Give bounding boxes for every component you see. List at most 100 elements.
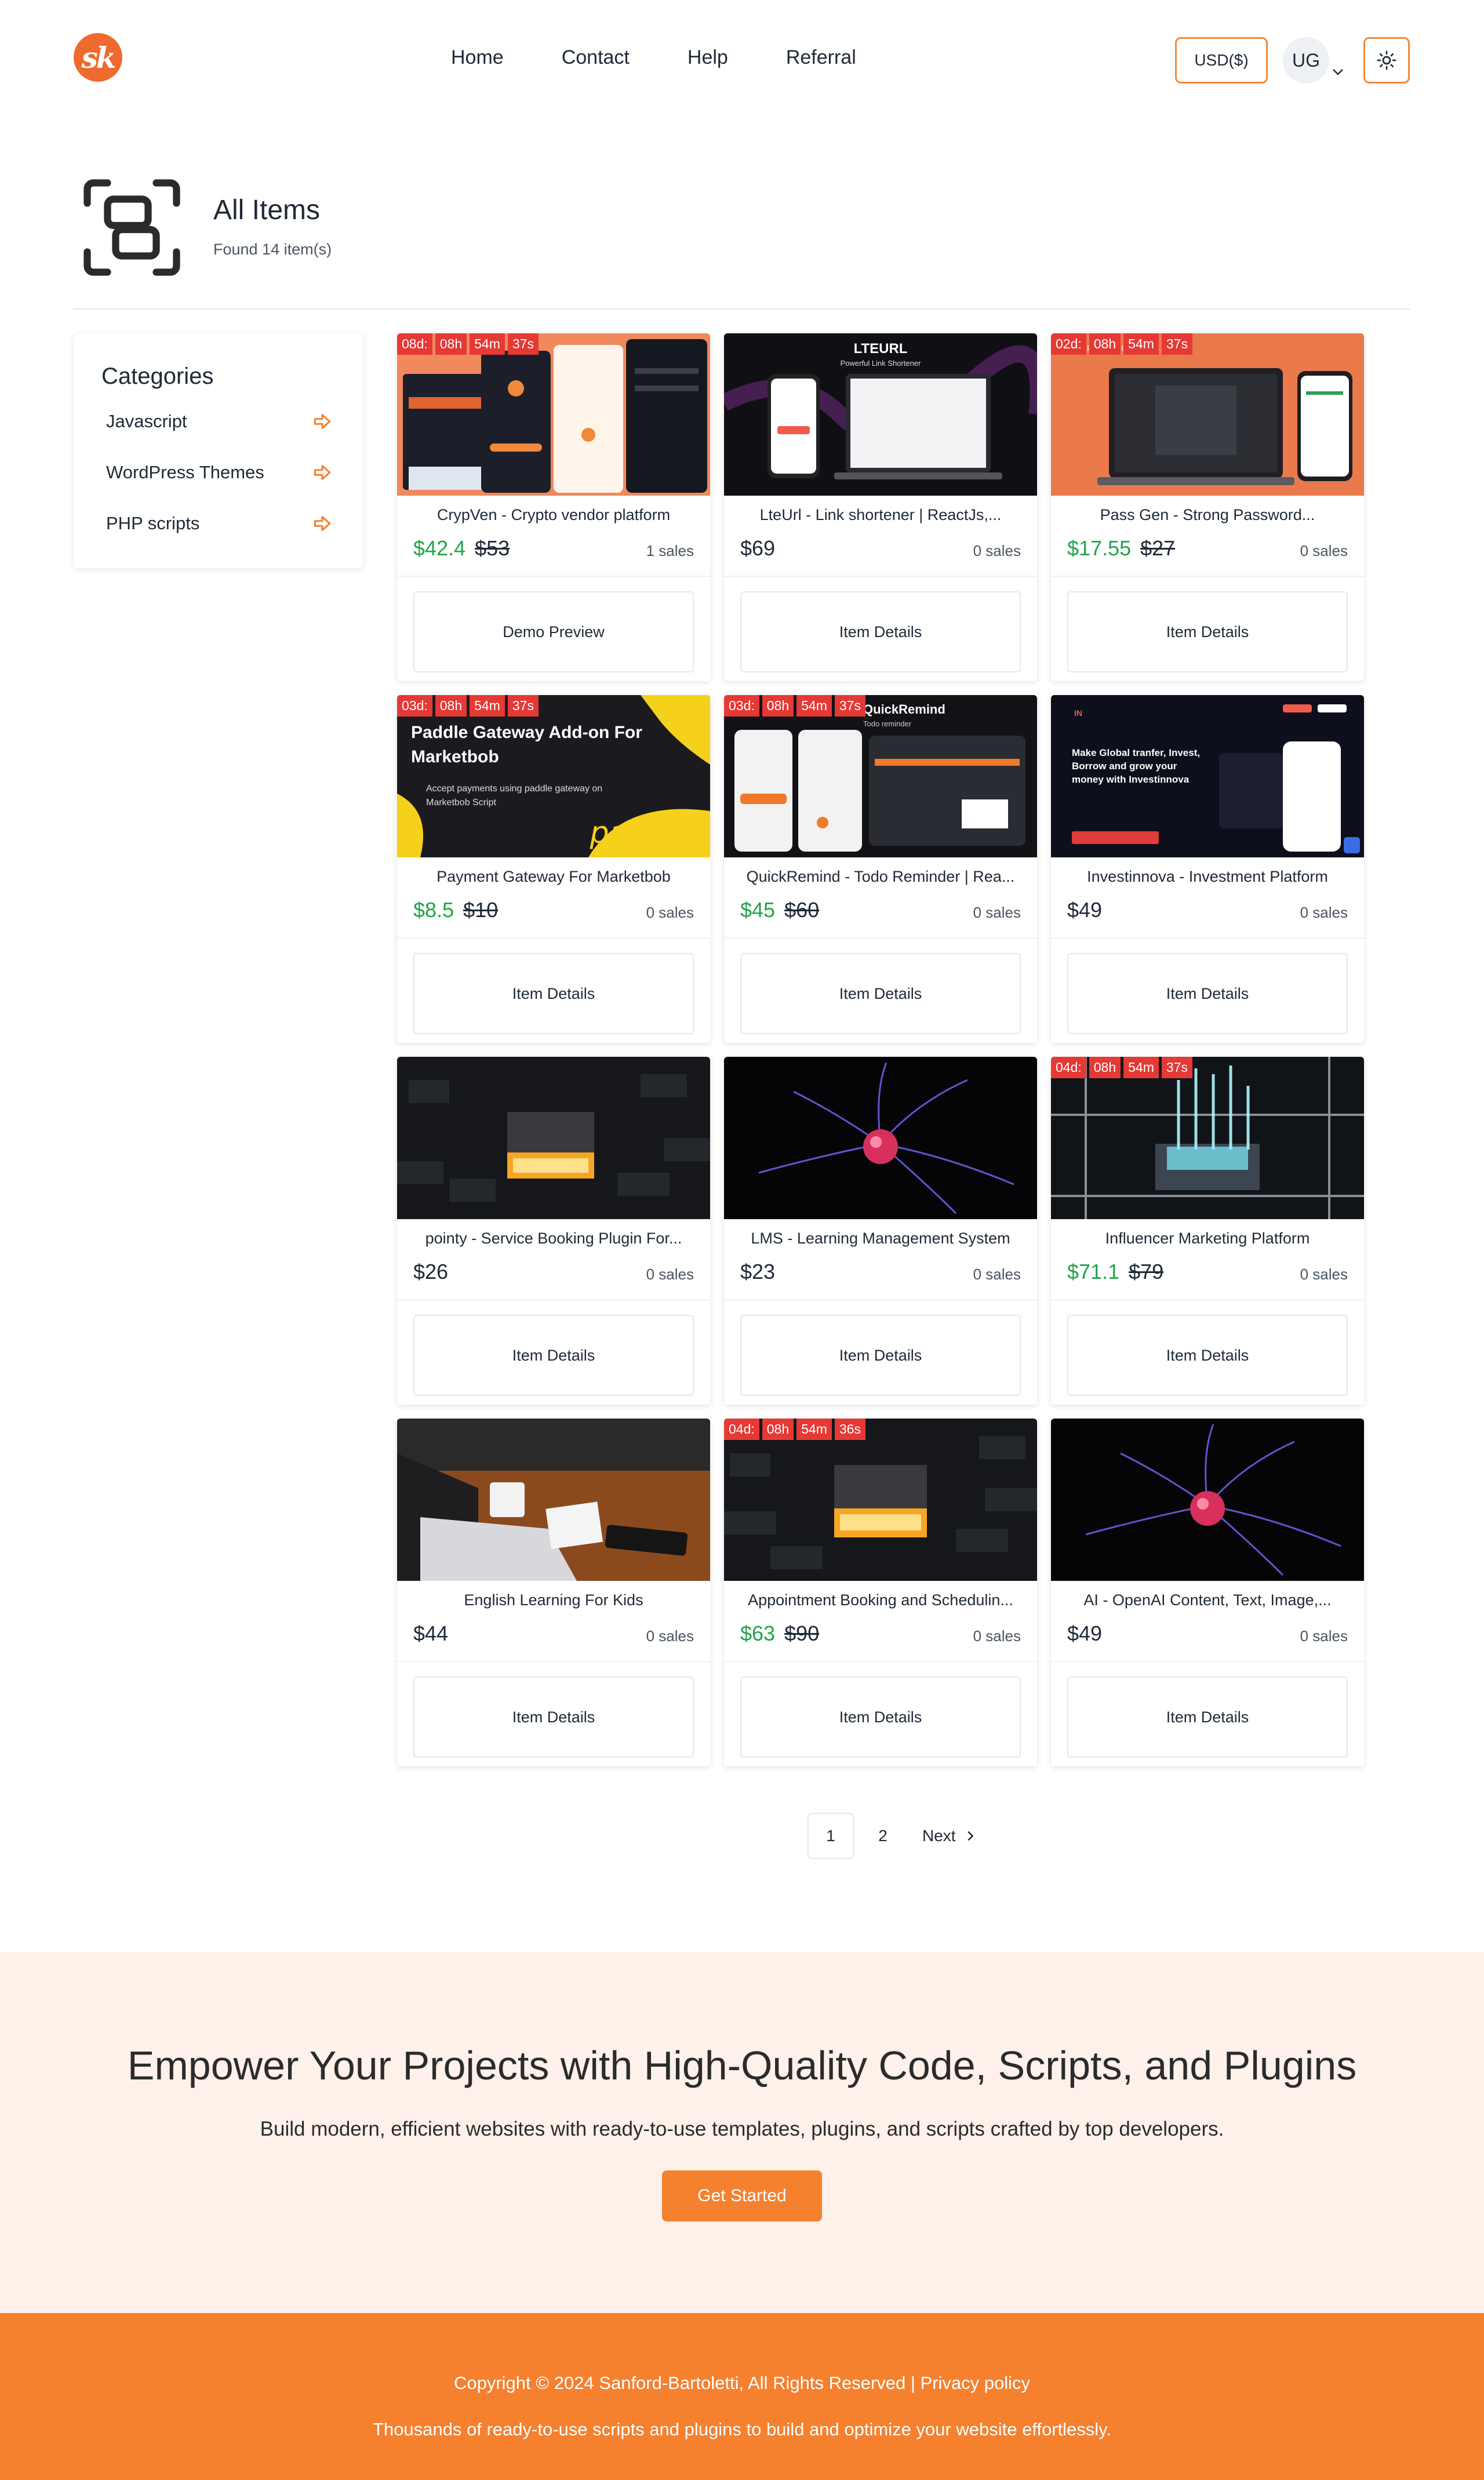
item-details-button[interactable]: Item Details [413,1677,694,1758]
sales-count: 0 sales [646,1627,694,1645]
product-name[interactable]: LteUrl - Link shortener | ReactJs,... [736,506,1025,524]
timer-segment: 36s [834,1419,865,1440]
product-thumbnail[interactable]: Powerful password generator [1051,333,1364,496]
category-javascript[interactable]: Javascript [106,404,332,439]
product-thumbnail[interactable] [397,1057,710,1219]
product-thumbnail[interactable] [1051,1419,1364,1581]
product-thumbnail[interactable]: IN Make Global tranfer, Invest, Borrow a… [1051,695,1364,857]
product-thumbnail[interactable] [724,1419,1037,1581]
nav-home[interactable]: Home [451,46,504,69]
product-name[interactable]: AI - OpenAI Content, Text, Image,... [1063,1591,1352,1609]
product-card[interactable]: 04d: 08h 54m 37s Influencer Marketing Platf… [1051,1057,1364,1405]
product-name[interactable]: Appointment Booking and Schedulin... [736,1591,1025,1609]
product-price: $49 [1067,1621,1102,1646]
current-price: $44 [413,1621,449,1645]
product-thumbnail[interactable]: Paddle Gateway Add-on For Marketbob Acce… [397,695,710,857]
current-price: $8.5 [413,898,454,922]
item-details-button[interactable]: Item Details [740,953,1021,1034]
item-details-button[interactable]: Item Details [1067,953,1348,1034]
product-name[interactable]: pointy - Service Booking Plugin For... [409,1230,699,1248]
product-card[interactable]: 08d: 08h 54m 37s CrypVen - Crypto vendor pl… [397,333,710,681]
category-php-scripts[interactable]: PHP scripts [106,506,332,541]
next-label: Next [922,1827,956,1845]
timer-segment: 54m [470,333,505,355]
theme-toggle-button[interactable] [1363,37,1410,83]
product-name[interactable]: Payment Gateway For Marketbob [409,868,699,886]
nav-referral[interactable]: Referral [786,46,856,69]
nav-help[interactable]: Help [688,46,728,69]
footer-copyright[interactable]: Copyright © 2024 Sanford-Bartoletti, All… [0,2373,1484,2394]
product-name[interactable]: Investinnova - Investment Platform [1063,868,1352,886]
product-card[interactable]: pointy - Service Booking Plugin For... $… [397,1057,710,1405]
timer-segment: 54m [470,695,505,717]
product-price: $45 $60 [740,898,819,922]
item-details-button[interactable]: Item Details [740,591,1021,672]
product-thumbnail[interactable] [724,1057,1037,1219]
current-price: $63 [740,1621,776,1645]
item-details-button[interactable]: Item Details [413,1315,694,1396]
product-card[interactable]: IN Make Global tranfer, Invest, Borrow a… [1051,695,1364,1043]
product-name[interactable]: Influencer Marketing Platform [1063,1230,1352,1248]
timer-segment: 04d: [1051,1057,1086,1078]
page-title: All Items [213,195,321,226]
item-details-button[interactable]: Item Details [740,1677,1021,1758]
product-thumbnail[interactable] [1051,1057,1364,1219]
divider [1051,1661,1364,1662]
product-card[interactable]: 04d: 08h 54m 36s Appointment Booking and Sc… [724,1419,1037,1766]
current-price: $45 [740,898,776,922]
product-name[interactable]: CrypVen - Crypto vendor platform [409,506,699,524]
product-thumbnail[interactable]: QuickRemind Todo reminder [724,695,1037,857]
product-name[interactable]: QuickRemind - Todo Reminder | Rea... [736,868,1025,886]
product-thumbnail[interactable] [397,1419,710,1581]
category-label: PHP scripts [106,513,200,533]
divider [724,937,1037,939]
demo-preview-button[interactable]: Demo Preview [413,591,694,672]
divider [397,937,710,939]
page-2-button[interactable]: 2 [860,1813,906,1859]
product-name[interactable]: English Learning For Kids [409,1591,699,1609]
divider [1051,1299,1364,1300]
site-logo[interactable]: sk [74,33,122,82]
item-details-button[interactable]: Item Details [1067,1315,1348,1396]
old-price: $60 [784,898,820,922]
next-page-button[interactable]: Next [922,1813,977,1859]
product-card[interactable]: Powerful password generator 02d:08h54m37… [1051,333,1364,681]
category-label: Javascript [106,411,187,431]
sales-count: 0 sales [973,542,1021,559]
product-card[interactable]: LMS - Learning Management System $23 0 s… [724,1057,1037,1405]
countdown-timer: 03d: 08h 54m 37s [397,695,539,717]
product-name[interactable]: LMS - Learning Management System [736,1230,1025,1248]
page-1-button[interactable]: 1 [808,1813,854,1859]
chevron-right-icon [967,1831,974,1841]
timer-segment: 37s [507,333,539,355]
thumb-title: QuickRemind [863,702,945,717]
product-card[interactable]: English Learning For Kids $44 0 sales It… [397,1419,710,1766]
product-card[interactable]: Paddle Gateway Add-on For Marketbob Acce… [397,695,710,1043]
item-details-button[interactable]: Item Details [413,953,694,1034]
product-card[interactable]: AI - OpenAI Content, Text, Image,... $49… [1051,1419,1364,1766]
product-card[interactable]: LTEURL Powerful Link Shortener LteUrl - … [724,333,1037,681]
footer-tagline: Thousands of ready-to-use scripts and pl… [373,2419,1111,2439]
divider [724,1661,1037,1662]
chevron-down-icon[interactable] [1331,65,1345,79]
get-started-button[interactable]: Get Started [662,2170,822,2221]
product-thumbnail[interactable] [397,333,710,496]
timer-segment: 54m [796,695,832,717]
user-avatar[interactable]: UG [1283,37,1329,83]
item-details-button[interactable]: Item Details [1067,591,1348,672]
product-card[interactable]: QuickRemind Todo reminder 03d: 08h 54m 37s … [724,695,1037,1043]
svg-text:IN: IN [1074,708,1082,718]
product-thumbnail[interactable]: LTEURL Powerful Link Shortener [724,333,1037,496]
item-details-button[interactable]: Item Details [1067,1677,1348,1758]
header: sk Home Contact Help Referral USD($) UG [0,0,1484,122]
current-price: $17.55 [1067,536,1132,560]
item-details-button[interactable]: Item Details [740,1315,1021,1396]
category-wordpress-themes[interactable]: WordPress Themes [106,455,332,490]
nav-contact[interactable]: Contact [562,46,630,69]
divider [1051,937,1364,939]
currency-button[interactable]: USD($) [1175,37,1268,83]
product-price: $17.55 $27 [1067,536,1175,561]
current-price: $69 [740,536,776,560]
product-name[interactable]: Pass Gen - Strong Password... [1063,506,1352,524]
timer-segment: 37s [1161,333,1192,355]
